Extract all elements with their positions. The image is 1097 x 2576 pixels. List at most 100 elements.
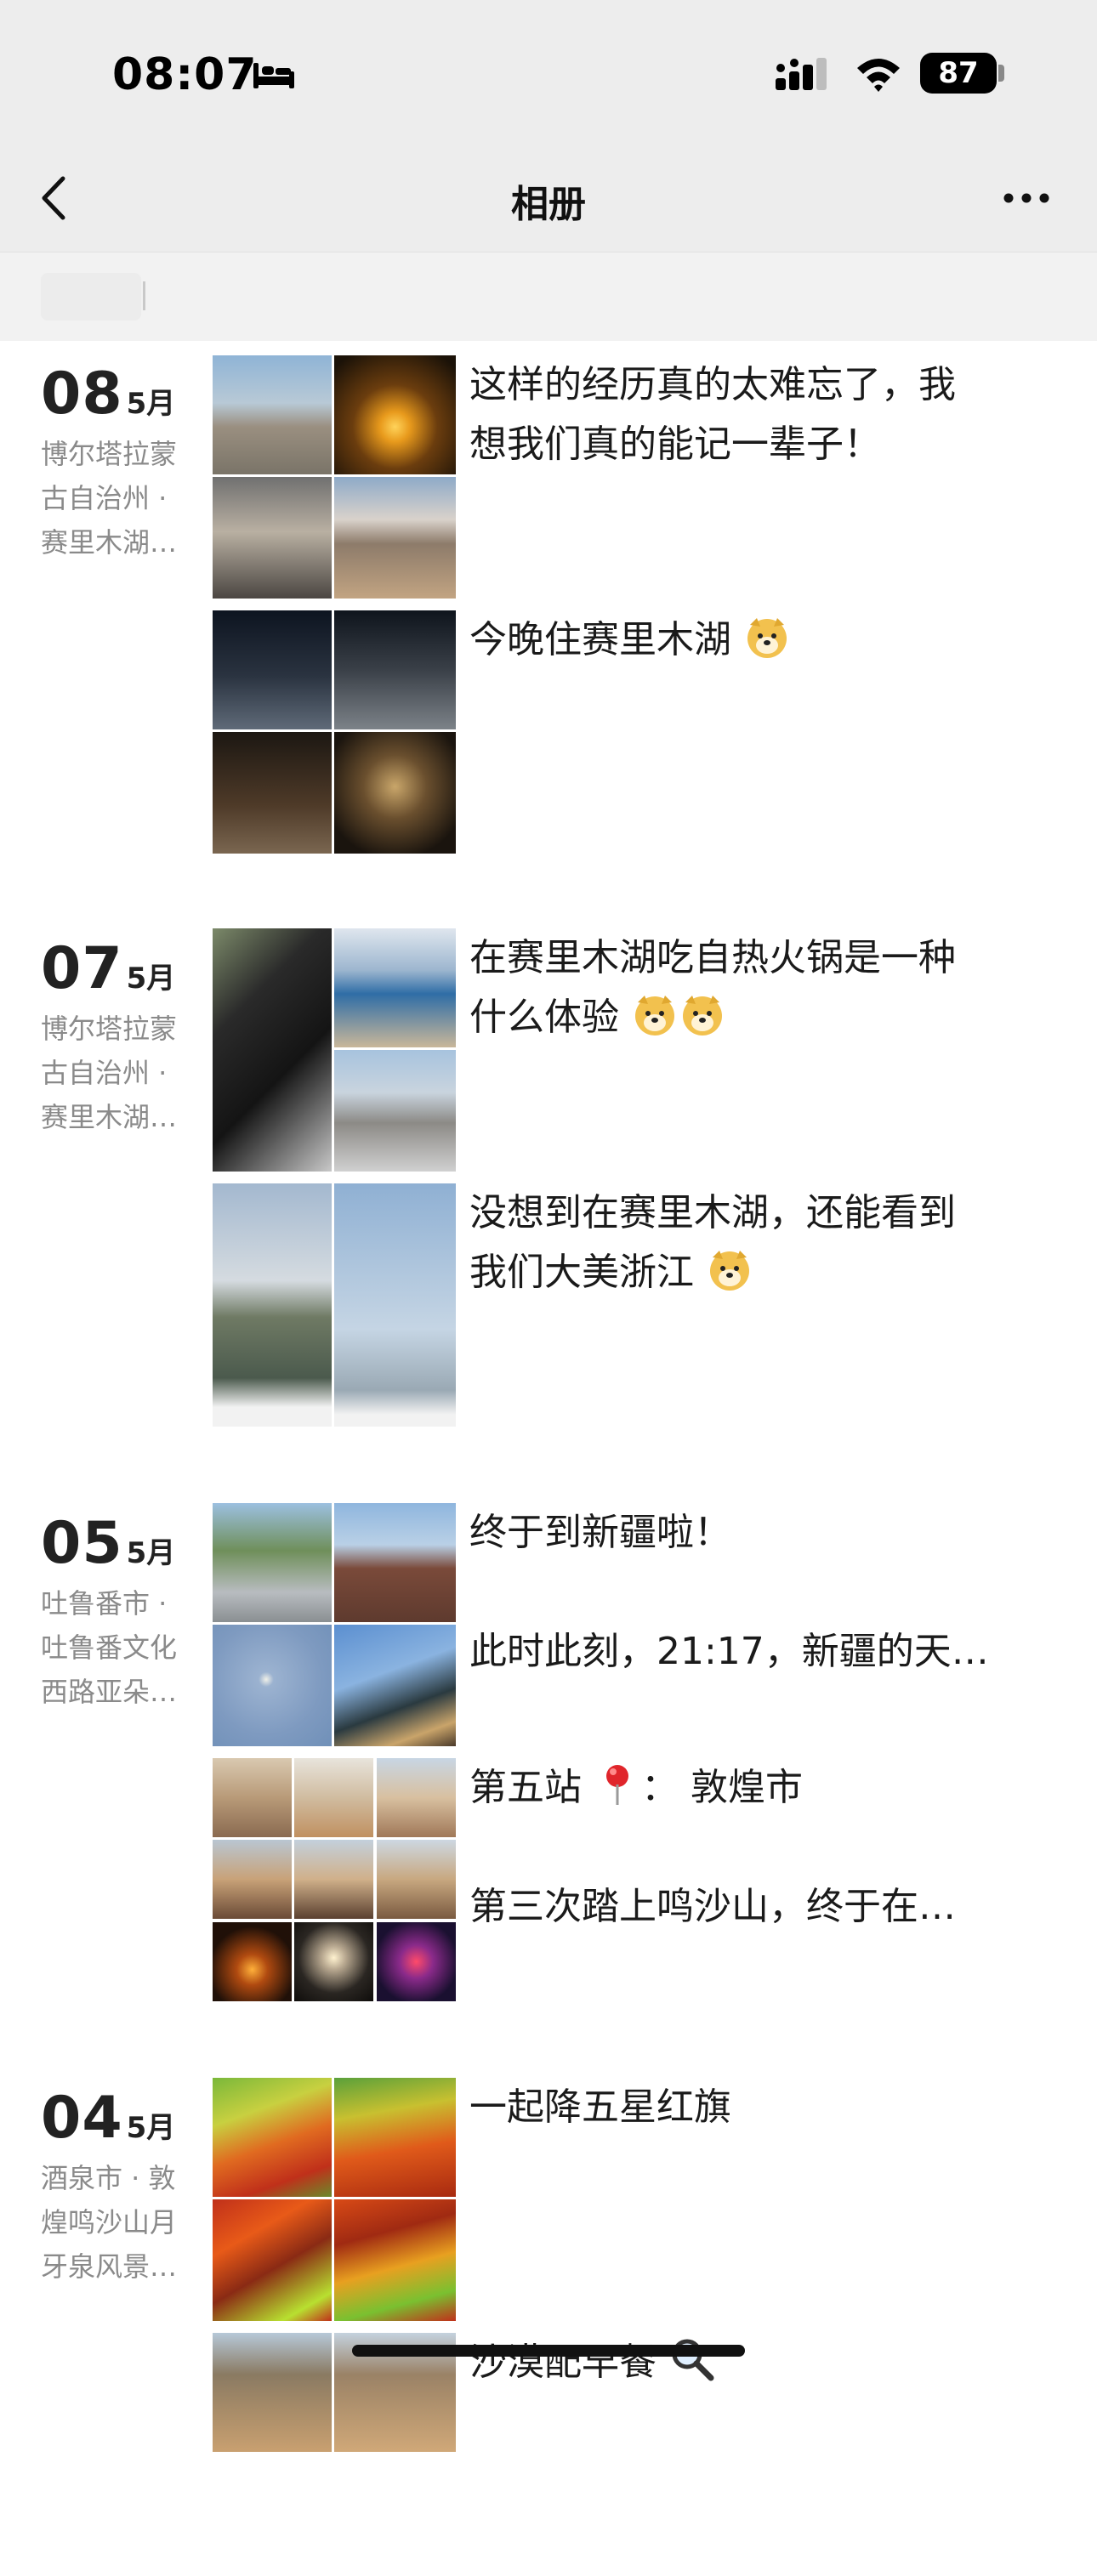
photo-thumbnail[interactable] (334, 1183, 456, 1427)
post-caption: 这样的经历真的太难忘了，我 想我们真的能记一辈子！ (469, 355, 1056, 474)
photo-grid[interactable] (213, 610, 456, 854)
location-line: 博尔塔拉蒙 (41, 438, 178, 470)
caption-line: 此时此刻，21:17，新疆的天… (469, 1630, 989, 1673)
date-month: 5月 (126, 2111, 176, 2145)
doge-emoji-icon (710, 1251, 749, 1291)
photo-thumbnail[interactable] (334, 1050, 456, 1172)
location-line: 吐鲁番市 · (41, 1587, 168, 1620)
post-caption: 终于到新疆啦！ 此时此刻，21:17，新疆的天… (469, 1503, 1056, 1682)
location-line: 古自治州 · (41, 482, 168, 514)
navigation-bar: 相册 (0, 145, 1097, 252)
header-placeholder (41, 273, 141, 321)
photo-thumbnail[interactable] (213, 1503, 332, 1622)
photo-thumbnail[interactable] (334, 2078, 456, 2197)
caption-line: 没想到在赛里木湖，还能看到 (469, 1191, 956, 1234)
photo-thumbnail[interactable] (213, 2333, 332, 2452)
location-label: 吐鲁番市 · 吐鲁番文化 西路亚朵… (41, 1581, 202, 1714)
photo-thumbnail[interactable] (213, 2199, 332, 2321)
status-bar: 08:07 87 (0, 0, 1097, 145)
photo-thumbnail[interactable] (213, 1840, 292, 1919)
cellular-signal-icon (776, 58, 827, 90)
location-line: 赛里木湖… (41, 526, 178, 559)
date-label: 08 5月 (41, 360, 175, 428)
date-month: 5月 (126, 962, 176, 996)
photo-thumbnail[interactable] (334, 477, 456, 599)
caption-line: 沙漠配早餐 (469, 2333, 1056, 2392)
date-label: 04 5月 (41, 2085, 175, 2152)
photo-thumbnail[interactable] (213, 2078, 332, 2197)
caption-line: 第五站 ： 敦煌市 (469, 1758, 1056, 1818)
date-day: 08 (41, 360, 123, 428)
photo-thumbnail[interactable] (213, 732, 332, 854)
photo-grid[interactable] (213, 355, 456, 599)
doge-emoji-icon (683, 996, 722, 1036)
photo-thumbnail[interactable] (334, 1625, 456, 1746)
date-day: 07 (41, 935, 123, 1002)
date-month: 5月 (126, 1536, 176, 1570)
photo-thumbnail[interactable] (377, 1922, 456, 2001)
date-day: 05 (41, 1510, 123, 1577)
photo-grid[interactable] (213, 2078, 456, 2321)
photo-thumbnail[interactable] (294, 1758, 373, 1837)
pin-emoji-icon (606, 1765, 628, 1805)
photo-thumbnail[interactable] (334, 355, 456, 474)
photo-thumbnail[interactable] (213, 610, 332, 729)
caption-line: 一起降五星红旗 (469, 2085, 731, 2129)
location-line: 吐鲁番文化 (41, 1631, 178, 1664)
photo-thumbnail[interactable] (294, 1922, 373, 2001)
location-label: 博尔塔拉蒙 古自治州 · 赛里木湖… (41, 1007, 202, 1139)
photo-thumbnail[interactable] (213, 1183, 332, 1427)
location-label: 博尔塔拉蒙 古自治州 · 赛里木湖… (41, 432, 202, 565)
photo-thumbnail[interactable] (213, 355, 332, 474)
photo-thumbnail[interactable] (213, 1922, 292, 2001)
location-line: 牙泉风景… (41, 2250, 178, 2283)
post-caption: 今晚住赛里木湖 (469, 610, 1056, 670)
photo-thumbnail[interactable] (213, 1625, 332, 1746)
location-label: 酒泉市 · 敦 煌鸣沙山月 牙泉风景… (41, 2156, 202, 2289)
caption-line (469, 1563, 1056, 1622)
home-indicator[interactable] (352, 2345, 745, 2357)
location-line: 西路亚朵… (41, 1676, 178, 1708)
photo-thumbnail[interactable] (213, 928, 332, 1172)
page-title: 相册 (511, 183, 586, 226)
caption-line: 第三次踏上鸣沙山，终于在… (469, 1885, 956, 1928)
date-month: 5月 (126, 387, 176, 421)
caption-text: ： 敦煌市 (641, 1766, 803, 1809)
magnifier-emoji-icon (672, 2339, 714, 2381)
post-caption: 没想到在赛里木湖，还能看到 我们大美浙江 (469, 1183, 1056, 1302)
location-line: 酒泉市 · 敦 (41, 2162, 176, 2194)
photo-thumbnail[interactable] (377, 1840, 456, 1919)
photo-grid[interactable] (213, 2333, 456, 2576)
date-day: 04 (41, 2085, 123, 2152)
location-line: 古自治州 · (41, 1057, 168, 1089)
caption-line: 终于到新疆啦！ (469, 1511, 731, 1554)
caption-line: 什么体验 (469, 988, 1056, 1047)
caption-text: 今晚住赛里木湖 (469, 618, 731, 661)
photo-thumbnail[interactable] (213, 1758, 292, 1837)
date-label: 07 5月 (41, 935, 175, 1002)
photo-thumbnail[interactable] (334, 732, 456, 854)
photo-thumbnail[interactable] (334, 1503, 456, 1622)
photo-thumbnail[interactable] (334, 2199, 456, 2321)
photo-thumbnail[interactable] (294, 1840, 373, 1919)
caption-line: 想我们真的能记一辈子！ (469, 423, 881, 466)
caption-text: 我们大美浙江 (469, 1251, 694, 1294)
photo-grid[interactable] (213, 1758, 456, 2001)
wifi-icon (857, 59, 900, 92)
photo-thumbnail[interactable] (213, 477, 332, 599)
battery-tip (998, 65, 1004, 82)
battery-level: 87 (920, 53, 997, 94)
post-caption: 一起降五星红旗 (469, 2078, 1056, 2137)
top-bar: 08:07 87 相册 (0, 0, 1097, 252)
header-divider (143, 281, 145, 310)
photo-grid[interactable] (213, 928, 456, 1172)
caption-line (469, 1818, 1056, 1877)
date-label: 05 5月 (41, 1510, 175, 1577)
photo-grid[interactable] (213, 1183, 456, 1427)
photo-thumbnail[interactable] (334, 610, 456, 729)
photo-grid[interactable] (213, 1503, 456, 1746)
photo-thumbnail[interactable] (334, 928, 456, 1047)
photo-thumbnail[interactable] (377, 1758, 456, 1837)
location-line: 煌鸣沙山月 (41, 2206, 178, 2238)
more-options-icon[interactable] (1000, 185, 1053, 211)
